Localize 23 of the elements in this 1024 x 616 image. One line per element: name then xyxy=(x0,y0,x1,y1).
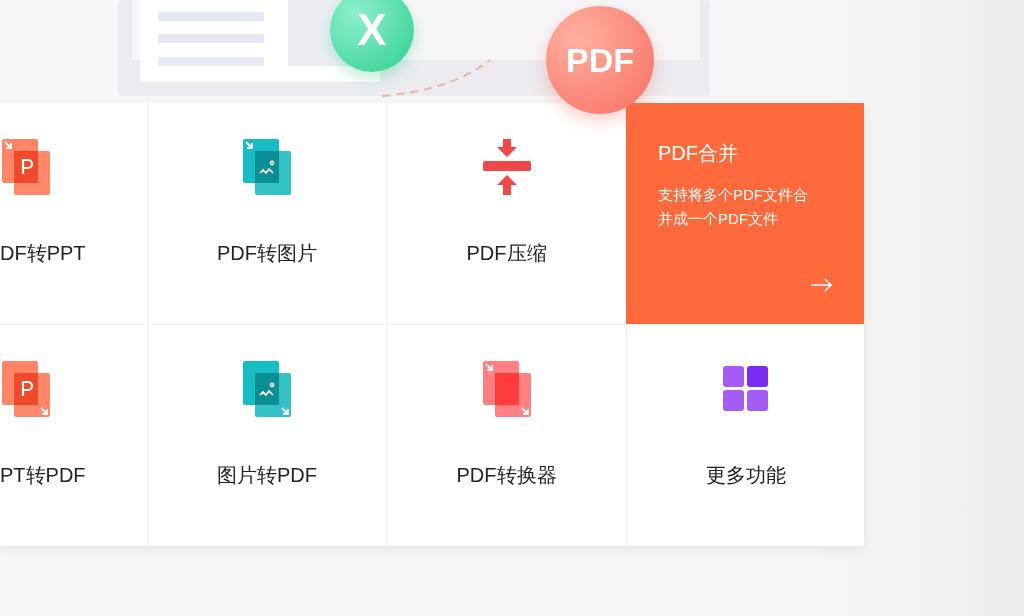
tool-card[interactable]: PDF转图片 xyxy=(147,103,386,324)
tool-description: 支持将多个PDF文件合并成一个PDF文件 xyxy=(658,185,809,229)
tool-card[interactable]: 图片转PDF xyxy=(147,325,386,546)
tool-label: PDF压缩 xyxy=(466,241,547,266)
tool-label: 更多功能 xyxy=(705,463,786,488)
tool-label: 图片转PDF xyxy=(217,463,317,488)
tool-label: DF转PPT xyxy=(0,241,86,266)
image-document-icon xyxy=(243,139,291,195)
tool-title: PDF合并 xyxy=(658,141,739,166)
tool-label: PT转PDF xyxy=(0,463,86,488)
tool-card[interactable]: DF转PPT xyxy=(0,103,147,324)
tool-label: PDF转图片 xyxy=(217,241,317,266)
tool-label: PDF转换器 xyxy=(456,463,557,488)
image-document-icon xyxy=(243,361,291,417)
document-pair-icon xyxy=(2,139,50,195)
document-pair-icon xyxy=(2,361,50,417)
compress-icon xyxy=(482,139,531,195)
tool-card[interactable]: PDF转换器 xyxy=(386,325,626,546)
arrow-right-icon xyxy=(811,278,833,292)
tool-card[interactable]: 更多功能 xyxy=(626,325,864,546)
grid-icon xyxy=(722,366,769,412)
tool-card[interactable]: PT转PDF xyxy=(0,325,147,546)
document-pair-icon xyxy=(482,361,531,417)
